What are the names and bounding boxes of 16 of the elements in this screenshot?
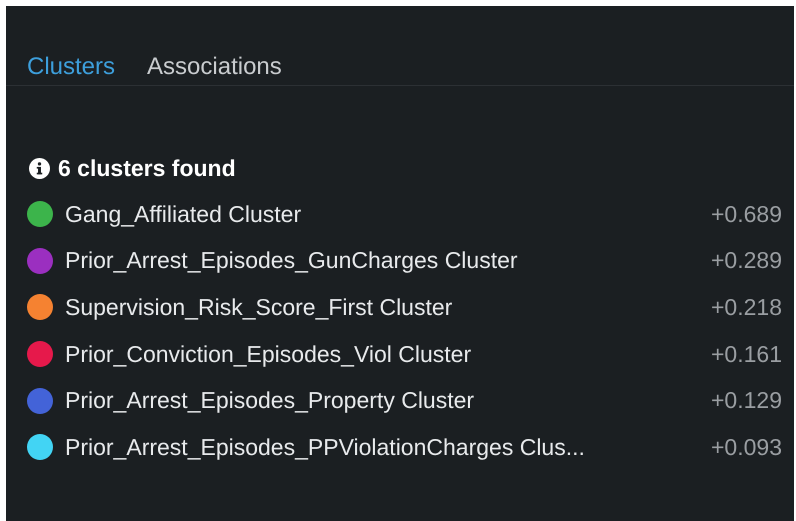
tab[interactable]: Associations — [147, 52, 282, 82]
cluster-name: Prior_Arrest_Episodes_Property Cluster — [65, 387, 476, 414]
cluster-score: +0.218 — [711, 294, 782, 321]
cluster-score: +0.689 — [711, 200, 782, 228]
cluster-score: +0.093 — [711, 434, 782, 461]
cluster-score: +0.289 — [711, 247, 782, 274]
cluster-name: Supervision_Risk_Score_First Cluster — [65, 294, 454, 321]
info-icon — [29, 158, 50, 179]
cluster-name: Prior_Conviction_Episodes_Viol Cluster — [65, 340, 472, 368]
summary-text: 6 clusters found — [58, 155, 236, 182]
cluster-name: Prior_Arrest_Episodes_PPViolationCharges Clus... — [65, 434, 586, 461]
cluster-score: +0.161 — [711, 340, 782, 368]
cluster-name: Gang_Affiliated Cluster — [65, 200, 302, 228]
cluster-name: Prior_Arrest_Episodes_GunCharges Cluster — [65, 247, 519, 274]
tab[interactable]: Clusters — [27, 52, 116, 82]
cluster-score: +0.129 — [711, 387, 782, 414]
